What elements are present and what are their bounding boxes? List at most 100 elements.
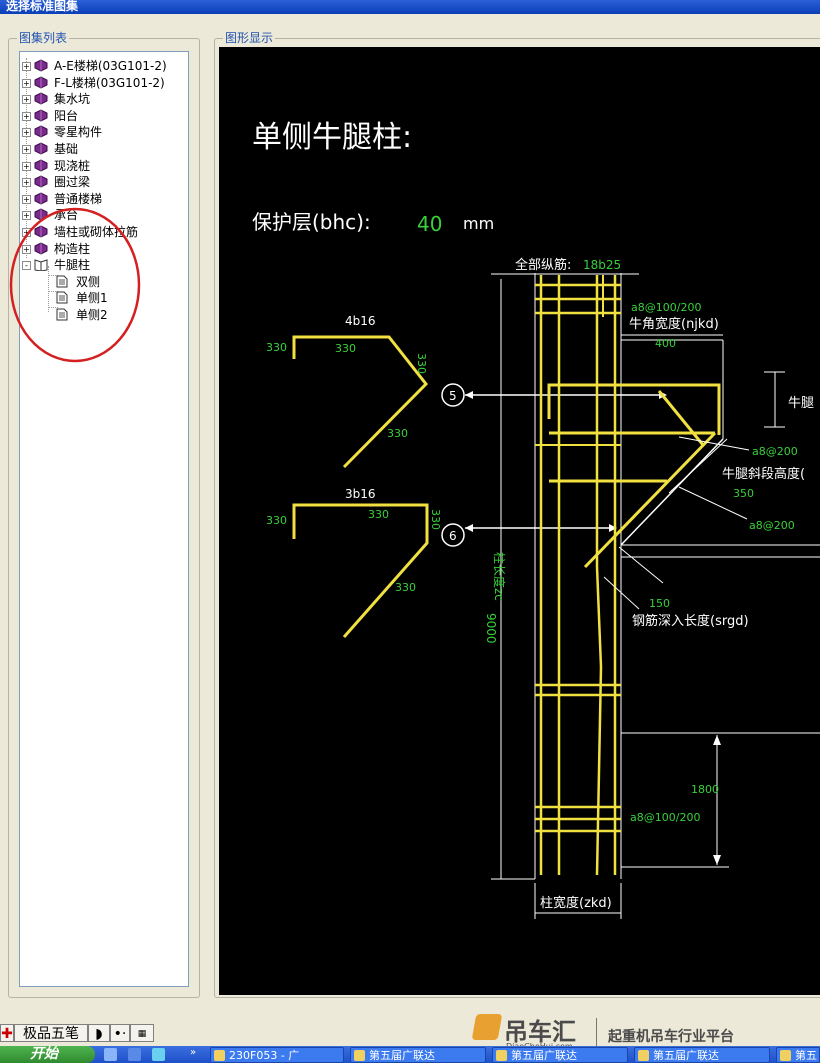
tree-item[interactable]: + 集水坑 xyxy=(20,91,188,107)
task-button-label: 第五届广联达 xyxy=(511,1049,577,1062)
bar6-shape xyxy=(292,503,429,638)
task-button-label: 第五届广联达 xyxy=(653,1049,719,1062)
ime-toggle-icon[interactable]: ✚ xyxy=(0,1024,14,1042)
bar6-top-dim: 330 xyxy=(368,508,389,521)
tree-item[interactable]: + 现浇桩 xyxy=(20,158,188,174)
anchor-value: 150 xyxy=(649,597,670,610)
watermark-divider xyxy=(596,1018,597,1048)
task-button-5[interactable]: 第五 xyxy=(776,1047,820,1063)
task-button-label: 第五 xyxy=(795,1049,817,1062)
corbel-bar-6-diag xyxy=(583,431,717,569)
book-icon xyxy=(34,109,48,122)
ime-name[interactable]: 极品五笔 xyxy=(14,1024,88,1042)
chevron-right-icon[interactable]: » xyxy=(190,1046,196,1060)
column-width-label: 柱宽度(zkd) xyxy=(540,895,612,911)
marker-5: 5 xyxy=(449,389,457,403)
task-button-label: 第五届广联达 xyxy=(369,1049,435,1062)
marker-6: 6 xyxy=(449,529,457,543)
bar5-diag-dim: 330 xyxy=(387,427,408,440)
lower-height-value: 1800 xyxy=(691,783,719,796)
desktop-icon[interactable] xyxy=(104,1048,117,1061)
arrow-icon xyxy=(713,735,721,745)
expand-icon[interactable]: + xyxy=(22,62,31,71)
ie-icon[interactable] xyxy=(128,1048,141,1061)
column-rebar xyxy=(595,566,603,876)
column-length-value: 9000 xyxy=(484,613,498,644)
bar6-left-dim: 330 xyxy=(266,514,287,527)
atlas-tree[interactable]: + A-E楼梯(03G101-2) + F-L楼梯(03G101-2) + 集水坑 + 阳台 +… xyxy=(19,51,189,987)
stirrup-diag-label: a8@200 xyxy=(749,519,795,532)
expand-icon[interactable]: + xyxy=(22,78,31,88)
dim-line xyxy=(668,438,728,494)
slope-height-value: 350 xyxy=(733,487,754,500)
window-icon xyxy=(638,1050,649,1061)
window-icon xyxy=(496,1050,507,1061)
soft-keyboard-icon[interactable]: ▦ xyxy=(130,1024,154,1042)
task-button-label: 230F053 - 广 xyxy=(229,1049,300,1062)
window-icon xyxy=(214,1050,225,1061)
corbel-width-label: 牛角宽度(njkd) xyxy=(629,316,719,332)
half-width-icon[interactable]: ◗ xyxy=(88,1024,110,1042)
tree-item-label: F-L楼梯(03G101-2) xyxy=(54,75,165,90)
annotation-circle xyxy=(9,207,141,363)
cover-value: 40 xyxy=(417,212,442,236)
ime-status-bar: ✚ 极品五笔 ◗ •· ▦ xyxy=(0,1023,155,1043)
tree-item[interactable]: + 圈过梁 xyxy=(20,174,188,190)
corbel-outline xyxy=(620,438,724,546)
window-title-bar: 选择标准图集 xyxy=(0,0,820,14)
atlas-list-label: 图集列表 xyxy=(17,31,70,45)
expand-icon[interactable]: + xyxy=(22,194,31,204)
book-icon xyxy=(34,92,48,105)
punctuation-icon[interactable]: •· xyxy=(110,1024,130,1042)
start-label: 开始 xyxy=(30,1046,58,1062)
media-icon[interactable] xyxy=(152,1048,165,1061)
tree-item-label: 集水坑 xyxy=(54,92,91,107)
tree-item-label: 基础 xyxy=(54,142,79,156)
tree-item-label: 现浇桩 xyxy=(54,158,91,173)
drawing-title: 单侧牛腿柱: xyxy=(252,120,412,155)
bar5-shape xyxy=(292,335,428,469)
window-icon xyxy=(354,1050,365,1061)
tree-item[interactable]: + 基础 xyxy=(20,141,188,157)
expand-icon[interactable]: + xyxy=(22,95,31,105)
atlas-list-group: 图集列表 + A-E楼梯(03G101-2) + F-L楼梯(03G101-2) + 集水… xyxy=(8,31,200,998)
drawing-canvas[interactable]: 单侧牛腿柱: 保护层(bhc): 40 mm 全部纵筋: 18b25 4b16 … xyxy=(219,47,820,995)
anchor-label: 钢筋深入长度(srgd) xyxy=(632,613,749,629)
book-icon xyxy=(34,59,48,72)
bar5-top-dim: 330 xyxy=(335,342,356,355)
task-button-3[interactable]: 第五届广联达 xyxy=(492,1047,628,1063)
arrow-icon xyxy=(465,524,473,532)
expand-icon[interactable]: + xyxy=(22,178,31,188)
cover-label: 保护层(bhc): xyxy=(252,210,371,234)
bar5-left-dim: 330 xyxy=(266,341,287,354)
bar5-right-dim: 330 xyxy=(415,353,428,374)
rebar-total-value: 18b25 xyxy=(583,258,621,272)
book-icon xyxy=(34,142,48,155)
expand-icon[interactable]: + xyxy=(22,161,31,171)
task-button-1[interactable]: 230F053 - 广 xyxy=(210,1047,344,1063)
book-icon xyxy=(34,76,48,89)
tree-item[interactable]: + 零星构件 xyxy=(20,124,188,140)
book-icon xyxy=(34,175,48,188)
expand-icon[interactable]: + xyxy=(22,128,31,138)
expand-icon[interactable]: + xyxy=(22,111,31,121)
task-button-4[interactable]: 第五届广联达 xyxy=(634,1047,770,1063)
arrow-icon xyxy=(713,855,721,865)
dim-line xyxy=(618,546,664,584)
task-button-2[interactable]: 第五届广联达 xyxy=(350,1047,486,1063)
corbel-bar-5 xyxy=(547,383,721,435)
stirrup-bottom-label: a8@100/200 xyxy=(630,811,700,824)
column-length-label: 柱长度zc xyxy=(492,552,507,601)
tree-item[interactable]: + F-L楼梯(03G101-2) xyxy=(20,75,188,91)
tree-item[interactable]: + 阳台 xyxy=(20,108,188,124)
window-icon xyxy=(780,1050,791,1061)
book-icon xyxy=(34,192,48,205)
graphic-display-label: 图形显示 xyxy=(223,31,276,45)
watermark-slogan: 起重机吊车行业平台 xyxy=(608,1029,734,1045)
tree-item-label: A-E楼梯(03G101-2) xyxy=(54,59,167,73)
tree-item[interactable]: + A-E楼梯(03G101-2) xyxy=(20,58,188,74)
expand-icon[interactable]: + xyxy=(22,145,31,154)
stirrup-mid-label: a8@200 xyxy=(752,445,798,458)
corbel-width-value: 400 xyxy=(655,337,676,350)
start-button[interactable]: 开始 xyxy=(0,1046,95,1063)
